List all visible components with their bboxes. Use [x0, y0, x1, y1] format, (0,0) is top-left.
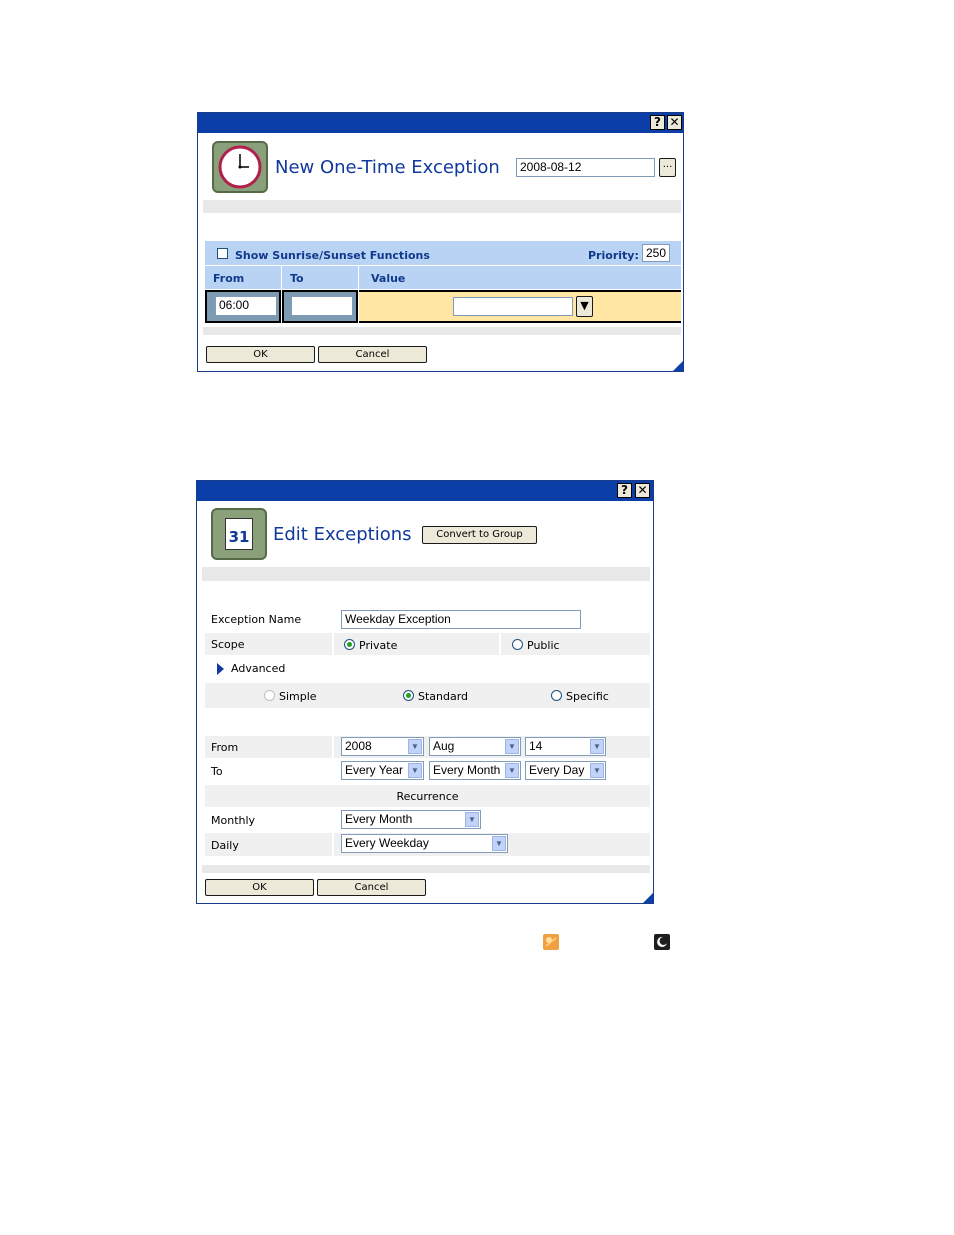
- dialog-title: New One-Time Exception: [275, 157, 500, 178]
- column-divider: [358, 266, 359, 289]
- dropdown-arrow-icon: ▼: [465, 812, 479, 827]
- from-month-select[interactable]: Aug ▼: [429, 737, 521, 756]
- to-day-select[interactable]: Every Day ▼: [525, 761, 606, 780]
- priority-field[interactable]: 250: [642, 244, 670, 262]
- from-column-header: From: [213, 272, 245, 285]
- from-year-select[interactable]: 2008 ▼: [341, 737, 424, 756]
- calendar-page: 31: [225, 518, 253, 550]
- mode-standard-radio[interactable]: [403, 690, 414, 701]
- dropdown-arrow-icon: ▼: [492, 836, 506, 851]
- mode-specific-label: Specific: [566, 690, 609, 703]
- sunrise-icon: [543, 934, 559, 950]
- to-month-value: Every Month: [433, 763, 501, 777]
- monthly-label: Monthly: [211, 814, 256, 827]
- expand-triangle-icon[interactable]: [217, 663, 224, 675]
- mode-simple-radio[interactable]: [264, 690, 275, 701]
- resize-grip[interactable]: [673, 361, 683, 371]
- exception-name-field[interactable]: Weekday Exception: [341, 610, 581, 629]
- monthly-value: Every Month: [345, 812, 413, 826]
- dropdown-arrow-icon: ▼: [505, 739, 519, 754]
- from-day-select[interactable]: 14 ▼: [525, 737, 606, 756]
- separator-band: [203, 200, 681, 213]
- scope-divider: [499, 633, 501, 655]
- dropdown-arrow-icon: ▼: [590, 739, 604, 754]
- dialog-title: Edit Exceptions: [273, 524, 412, 545]
- priority-label: Priority:: [588, 249, 639, 262]
- scope-label: Scope: [211, 638, 245, 651]
- column-header-row: [205, 266, 681, 289]
- scope-divider: [332, 633, 334, 655]
- sunrise-checkbox[interactable]: [217, 248, 228, 259]
- help-button[interactable]: ?: [617, 483, 632, 498]
- to-column-header: To: [290, 272, 304, 285]
- row-divider: [332, 833, 334, 856]
- dropdown-arrow-icon: ▼: [590, 763, 604, 778]
- help-button[interactable]: ?: [650, 115, 665, 130]
- column-divider: [281, 266, 282, 289]
- from-label: From: [211, 741, 239, 754]
- value-column-header: Value: [371, 272, 406, 285]
- dropdown-arrow-icon: ▼: [408, 763, 422, 778]
- moon-icon: [654, 934, 670, 950]
- separator-band: [202, 567, 650, 581]
- dropdown-arrow-icon: ▼: [505, 763, 519, 778]
- clock-icon: [212, 141, 268, 193]
- from-year-value: 2008: [345, 739, 372, 753]
- date-picker-button[interactable]: ...: [659, 158, 676, 177]
- scope-private-label: Private: [359, 639, 398, 652]
- exception-name-label: Exception Name: [211, 613, 302, 626]
- daily-select[interactable]: Every Weekday ▼: [341, 834, 508, 853]
- to-month-select[interactable]: Every Month ▼: [429, 761, 521, 780]
- to-label: To: [211, 765, 223, 778]
- mode-simple-label: Simple: [279, 690, 317, 703]
- from-time-field[interactable]: 06:00: [215, 296, 277, 316]
- to-time-field[interactable]: [291, 296, 353, 316]
- scope-public-label: Public: [527, 639, 560, 652]
- calendar-number: 31: [228, 528, 250, 546]
- ok-button[interactable]: OK: [206, 346, 315, 363]
- ok-button[interactable]: OK: [205, 879, 314, 896]
- close-button[interactable]: ✕: [635, 483, 650, 498]
- to-year-select[interactable]: Every Year ▼: [341, 761, 424, 780]
- daily-label: Daily: [211, 839, 239, 852]
- value-select[interactable]: [453, 297, 573, 316]
- dialog-titlebar: [197, 481, 653, 501]
- daily-value: Every Weekday: [345, 836, 429, 850]
- sunrise-label: Show Sunrise/Sunset Functions: [235, 249, 430, 262]
- mode-standard-label: Standard: [418, 690, 469, 703]
- date-field[interactable]: 2008-08-12: [516, 158, 655, 177]
- recurrence-label: Recurrence: [396, 790, 459, 803]
- dialog-titlebar: [198, 113, 683, 133]
- calendar-icon: 31: [211, 508, 267, 560]
- cancel-button[interactable]: Cancel: [317, 879, 426, 896]
- mode-specific-radio[interactable]: [551, 690, 562, 701]
- cancel-button[interactable]: Cancel: [318, 346, 427, 363]
- to-day-value: Every Day: [529, 763, 585, 777]
- scope-public-radio[interactable]: [512, 639, 523, 650]
- advanced-label[interactable]: Advanced: [231, 662, 285, 675]
- scope-private-radio[interactable]: [344, 639, 355, 650]
- dropdown-arrow-icon: ▼: [408, 739, 422, 754]
- value-dropdown-button[interactable]: ▼: [576, 296, 593, 317]
- close-button[interactable]: ✕: [667, 115, 682, 130]
- convert-to-group-button[interactable]: Convert to Group: [422, 526, 537, 544]
- row-divider: [332, 736, 334, 782]
- edit-exceptions-dialog: ? ✕ 31 Edit Exceptions Convert to Group …: [196, 480, 654, 904]
- new-one-time-exception-dialog: ? ✕ New One-Time Exception 2008-08-12 ..…: [197, 112, 684, 372]
- separator-band: [202, 865, 650, 873]
- monthly-select[interactable]: Every Month ▼: [341, 810, 481, 829]
- separator-band: [203, 327, 681, 335]
- scope-row: [205, 633, 650, 655]
- from-month-value: Aug: [433, 739, 455, 753]
- resize-grip[interactable]: [643, 893, 653, 903]
- from-day-value: 14: [529, 739, 543, 753]
- to-year-value: Every Year: [345, 763, 404, 777]
